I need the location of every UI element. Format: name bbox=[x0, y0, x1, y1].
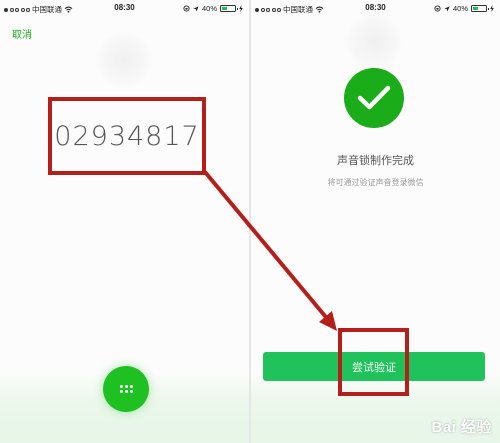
charging-bolt-icon bbox=[490, 5, 494, 12]
orientation-lock-icon bbox=[183, 5, 190, 12]
location-arrow-icon bbox=[444, 5, 450, 12]
left-phone-screen: 中国联通 08:30 40% 取消 bbox=[0, 0, 249, 443]
location-arrow-icon bbox=[193, 5, 199, 12]
success-subtitle: 将可通过验证声音登录微信 bbox=[327, 178, 424, 187]
charging-bolt-icon bbox=[239, 5, 243, 12]
success-badge bbox=[344, 68, 404, 128]
orientation-lock-icon bbox=[434, 5, 441, 12]
battery-percent: 40% bbox=[452, 4, 468, 13]
verify-button-highlight bbox=[338, 328, 409, 396]
avatar-placeholder bbox=[346, 14, 402, 70]
baidu-watermark: Bai 经验 bbox=[431, 419, 492, 436]
status-bar: 中国联通 08:30 40% bbox=[0, 0, 249, 18]
hold-to-speak-button[interactable] bbox=[103, 366, 149, 412]
dots-grid-icon bbox=[119, 385, 133, 393]
avatar-placeholder bbox=[96, 32, 152, 88]
battery-icon bbox=[220, 5, 238, 12]
battery-percent: 40% bbox=[201, 4, 217, 13]
voice-code: 02934817 bbox=[54, 120, 200, 152]
cancel-button[interactable]: 取消 bbox=[12, 26, 32, 41]
battery-icon bbox=[471, 5, 489, 12]
checkmark-icon bbox=[357, 85, 391, 110]
success-title: 声音锁制作完成 bbox=[337, 155, 414, 167]
voice-code-highlight: 02934817 bbox=[48, 97, 206, 175]
